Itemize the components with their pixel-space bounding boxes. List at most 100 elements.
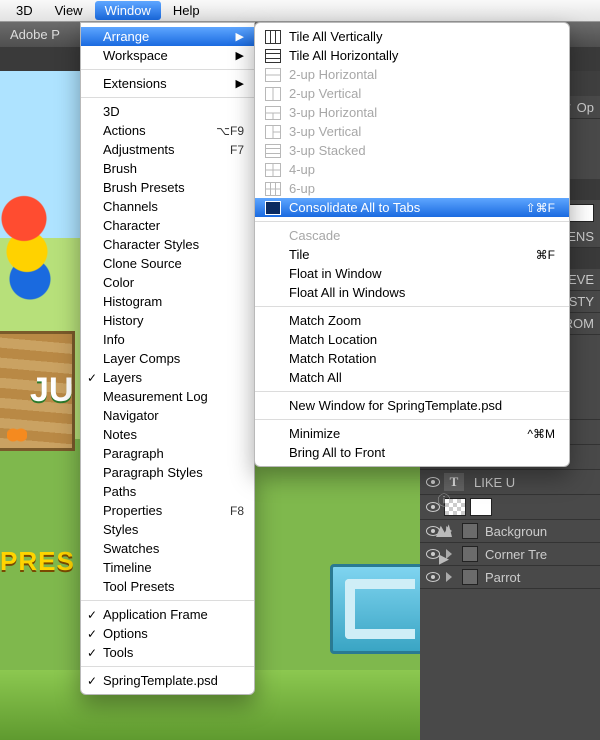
menu-item-layer-comps[interactable]: Layer Comps xyxy=(81,349,254,368)
menu-item-options[interactable]: Options xyxy=(81,624,254,643)
menu-item-label: Extensions xyxy=(103,76,167,91)
menu-item-arrange[interactable]: Arrange▶ xyxy=(81,27,254,46)
menu-item-character[interactable]: Character xyxy=(81,216,254,235)
menu-item-brush-presets[interactable]: Brush Presets xyxy=(81,178,254,197)
menu-item-label: Cascade xyxy=(289,228,555,243)
menu-item-label: Histogram xyxy=(103,294,162,309)
arrange-item-4-up: 4-up xyxy=(255,160,569,179)
menu-separator xyxy=(81,97,254,98)
folder-icon xyxy=(462,546,478,562)
opacity-label: Op xyxy=(577,100,594,115)
menu-view[interactable]: View xyxy=(45,1,93,20)
menu-shortcut: ⌘F xyxy=(536,248,555,262)
arrange-item-tile-all-horizontally[interactable]: Tile All Horizontally xyxy=(255,46,569,65)
menu-item-character-styles[interactable]: Character Styles xyxy=(81,235,254,254)
menu-item-timeline[interactable]: Timeline xyxy=(81,558,254,577)
menu-item-paths[interactable]: Paths xyxy=(81,482,254,501)
arrange-item-new-window-for-springtemplate-psd[interactable]: New Window for SpringTemplate.psd xyxy=(255,396,569,415)
g2h-icon xyxy=(265,68,281,82)
menu-item-measurement-log[interactable]: Measurement Log xyxy=(81,387,254,406)
menu-item-label: Match Zoom xyxy=(289,313,555,328)
menu-item-label: New Window for SpringTemplate.psd xyxy=(289,398,555,413)
arrange-item-match-rotation[interactable]: Match Rotation xyxy=(255,349,569,368)
arrange-item-tile[interactable]: Tile⌘F xyxy=(255,245,569,264)
menu-item-label: Options xyxy=(103,626,148,641)
menu-item-layers[interactable]: Layers xyxy=(81,368,254,387)
arrange-submenu[interactable]: Tile All VerticallyTile All Horizontally… xyxy=(254,22,570,467)
blank-icon xyxy=(265,229,281,243)
cons-icon xyxy=(265,201,281,215)
menu-item-tool-presets[interactable]: Tool Presets xyxy=(81,577,254,596)
menu-shortcut: ⌥F9 xyxy=(216,124,244,138)
menu-item-actions[interactable]: Actions⌥F9 xyxy=(81,121,254,140)
menu-item-notes[interactable]: Notes xyxy=(81,425,254,444)
menu-item-extensions[interactable]: Extensions ▶ xyxy=(81,74,254,93)
tile-h-icon xyxy=(265,49,281,63)
window-menu-dropdown[interactable]: Arrange▶Workspace▶ Extensions ▶ 3DActions⌥F… xyxy=(80,22,255,695)
g4-icon xyxy=(265,163,281,177)
menu-item-info[interactable]: Info xyxy=(81,330,254,349)
g6-icon xyxy=(265,182,281,196)
menu-item-label: Application Frame xyxy=(103,607,208,622)
menu-3d[interactable]: 3D xyxy=(6,1,43,20)
info-icon[interactable]: ⓘ xyxy=(437,490,450,509)
menu-item-navigator[interactable]: Navigator xyxy=(81,406,254,425)
menu-item-channels[interactable]: Channels xyxy=(81,197,254,216)
group-label: Parrot xyxy=(485,570,520,585)
menu-item-styles[interactable]: Styles xyxy=(81,520,254,539)
menu-item-label: Minimize xyxy=(289,426,519,441)
arrange-item-bring-all-to-front[interactable]: Bring All to Front xyxy=(255,443,569,462)
pres-text: PRES xyxy=(0,546,75,577)
g3h-icon xyxy=(265,106,281,120)
g2v-icon xyxy=(265,87,281,101)
submenu-arrow-icon: ▶ xyxy=(236,30,244,43)
layer-group-row[interactable]: Parrot xyxy=(420,566,600,589)
submenu-arrow-icon: ▶ xyxy=(236,77,244,90)
menu-item-brush[interactable]: Brush xyxy=(81,159,254,178)
menu-separator xyxy=(81,666,254,667)
menu-item-label: SpringTemplate.psd xyxy=(103,673,218,688)
text-layer-icon: T xyxy=(444,473,464,491)
menu-item-color[interactable]: Color xyxy=(81,273,254,292)
blank-icon xyxy=(265,446,281,460)
arrange-item-match-all[interactable]: Match All xyxy=(255,368,569,387)
menu-item-clone-source[interactable]: Clone Source xyxy=(81,254,254,273)
history-icon[interactable] xyxy=(436,523,452,537)
menu-item-history[interactable]: History xyxy=(81,311,254,330)
arrange-item-tile-all-vertically[interactable]: Tile All Vertically xyxy=(255,27,569,46)
menu-item-paragraph[interactable]: Paragraph xyxy=(81,444,254,463)
disclosure-icon[interactable] xyxy=(446,572,452,582)
blank-icon xyxy=(265,427,281,441)
arrange-item-minimize[interactable]: Minimize^⌘M xyxy=(255,424,569,443)
menu-item-adjustments[interactable]: AdjustmentsF7 xyxy=(81,140,254,159)
menu-item-label: 3-up Stacked xyxy=(289,143,555,158)
menu-item-label: History xyxy=(103,313,143,328)
menu-item-application-frame[interactable]: Application Frame xyxy=(81,605,254,624)
menu-item-histogram[interactable]: Histogram xyxy=(81,292,254,311)
menu-item-label: Navigator xyxy=(103,408,159,423)
menu-item-tools[interactable]: Tools xyxy=(81,643,254,662)
menu-help[interactable]: Help xyxy=(163,1,210,20)
arrange-item-match-location[interactable]: Match Location xyxy=(255,330,569,349)
menu-item-label: Character Styles xyxy=(103,237,199,252)
visibility-icon[interactable] xyxy=(426,475,440,489)
menu-item-workspace[interactable]: Workspace▶ xyxy=(81,46,254,65)
arrange-item-2-up-horizontal: 2-up Horizontal xyxy=(255,65,569,84)
arrange-item-float-all-in-windows[interactable]: Float All in Windows xyxy=(255,283,569,302)
arrange-item-float-in-window[interactable]: Float in Window xyxy=(255,264,569,283)
visibility-icon[interactable] xyxy=(426,570,440,584)
arrange-item-consolidate-all-to-tabs[interactable]: Consolidate All to Tabs⇧⌘F xyxy=(255,198,569,217)
menu-item-paragraph-styles[interactable]: Paragraph Styles xyxy=(81,463,254,482)
menu-item-properties[interactable]: PropertiesF8 xyxy=(81,501,254,520)
mask-thumb xyxy=(470,498,492,516)
play-icon[interactable]: ▶ xyxy=(439,551,449,567)
arrange-item-match-zoom[interactable]: Match Zoom xyxy=(255,311,569,330)
menu-window[interactable]: Window xyxy=(95,1,161,20)
menu-item-springtemplate-psd[interactable]: SpringTemplate.psd xyxy=(81,671,254,690)
blank-icon xyxy=(265,267,281,281)
arrange-item-2-up-vertical: 2-up Vertical xyxy=(255,84,569,103)
arrange-item-cascade: Cascade xyxy=(255,226,569,245)
menu-item-label: Character xyxy=(103,218,160,233)
menu-item-3d[interactable]: 3D xyxy=(81,102,254,121)
menu-item-swatches[interactable]: Swatches xyxy=(81,539,254,558)
